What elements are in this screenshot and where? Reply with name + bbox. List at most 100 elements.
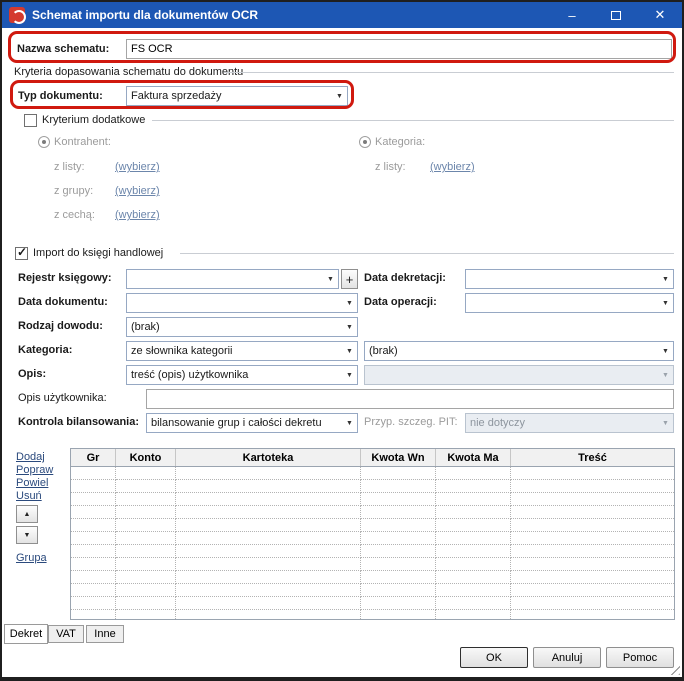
rodzaj-dowodu-value: (brak) bbox=[131, 321, 160, 333]
grid-empty-cell bbox=[71, 610, 116, 619]
chevron-down-icon: ▼ bbox=[662, 275, 669, 283]
grid-empty-cell bbox=[71, 545, 116, 558]
grid-empty-cell bbox=[116, 480, 176, 493]
kategoria-source-select[interactable]: ze słownika kategorii ▼ bbox=[126, 341, 358, 361]
schema-name-input[interactable]: FS OCR bbox=[126, 39, 672, 59]
add-register-button[interactable]: + bbox=[341, 269, 358, 289]
tab-dekret[interactable]: Dekret bbox=[4, 624, 48, 644]
grid-empty-cell bbox=[176, 506, 361, 519]
grid-empty-cell bbox=[361, 545, 436, 558]
column-header-kartoteka: Kartoteka bbox=[176, 449, 361, 466]
grid-empty-cell bbox=[361, 493, 436, 506]
usun-link[interactable]: Usuń bbox=[16, 490, 42, 503]
maximize-button[interactable] bbox=[594, 2, 638, 28]
import-label: Import do księgi handlowej bbox=[33, 247, 164, 259]
kategoria-z-listy-label: z listy: bbox=[375, 161, 406, 173]
grid-empty-cell bbox=[511, 467, 674, 480]
cancel-button[interactable]: Anuluj bbox=[533, 647, 601, 668]
kontrahent-z-grupy-wybierz-link[interactable]: (wybierz) bbox=[115, 185, 160, 198]
grid-empty-cell bbox=[71, 597, 116, 610]
grid-empty-cell bbox=[511, 480, 674, 493]
opis-uzytkownika-input[interactable] bbox=[146, 389, 674, 409]
arrow-up-icon: ▲ bbox=[23, 510, 31, 518]
grid-empty-cell bbox=[436, 493, 511, 506]
chevron-down-icon: ▼ bbox=[662, 419, 669, 427]
import-line bbox=[180, 253, 674, 254]
window-title: Schemat importu dla dokumentów OCR bbox=[32, 8, 259, 22]
move-up-button[interactable]: ▲ bbox=[16, 505, 38, 523]
popraw-link[interactable]: Popraw bbox=[16, 464, 53, 477]
column-header-gr: Gr bbox=[71, 449, 116, 466]
chevron-down-icon: ▼ bbox=[346, 323, 353, 331]
kontrahent-radio[interactable] bbox=[38, 136, 50, 148]
app-icon bbox=[9, 7, 26, 24]
grid-empty-cell bbox=[71, 558, 116, 571]
kategoria-radio-label: Kategoria: bbox=[375, 136, 426, 148]
move-down-button[interactable]: ▼ bbox=[16, 526, 38, 544]
doc-type-select[interactable]: Faktura sprzedaży ▼ bbox=[126, 86, 348, 106]
grid-empty-cell bbox=[436, 545, 511, 558]
grid-empty-cell bbox=[511, 558, 674, 571]
kontrahent-label: Kontrahent: bbox=[54, 136, 111, 148]
grid-empty-cell bbox=[436, 597, 511, 610]
opis-value-select: ▼ bbox=[364, 365, 674, 385]
grid-empty-cell bbox=[176, 610, 361, 619]
data-dokumentu-select[interactable]: ▼ bbox=[126, 293, 358, 313]
grupa-link[interactable]: Grupa bbox=[16, 552, 47, 565]
tab-vat[interactable]: VAT bbox=[48, 625, 84, 643]
help-button[interactable]: Pomoc bbox=[606, 647, 674, 668]
decree-table: Gr Konto Kartoteka Kwota Wn Kwota Ma Tre… bbox=[70, 448, 675, 620]
grid-empty-cell bbox=[436, 519, 511, 532]
grid-empty-row bbox=[71, 493, 674, 506]
decree-table-header: Gr Konto Kartoteka Kwota Wn Kwota Ma Tre… bbox=[71, 449, 674, 467]
chevron-down-icon: ▼ bbox=[346, 371, 353, 379]
import-checkbox[interactable] bbox=[15, 245, 28, 260]
tab-inne[interactable]: Inne bbox=[86, 625, 124, 643]
grid-empty-row bbox=[71, 545, 674, 558]
grid-body[interactable] bbox=[71, 467, 674, 619]
data-dekretacji-select[interactable]: ▼ bbox=[465, 269, 674, 289]
kontrahent-z-listy-label: z listy: bbox=[54, 161, 85, 173]
kategoria-label: Kategoria: bbox=[18, 344, 73, 356]
grid-empty-cell bbox=[511, 584, 674, 597]
grid-empty-cell bbox=[176, 571, 361, 584]
grid-empty-cell bbox=[436, 610, 511, 619]
kontrahent-z-cecha-wybierz-link[interactable]: (wybierz) bbox=[115, 209, 160, 222]
rejestr-select[interactable]: ▼ bbox=[126, 269, 339, 289]
chevron-down-icon: ▼ bbox=[346, 299, 353, 307]
criteria-group-title: Kryteria dopasowania schematu do dokumen… bbox=[14, 66, 244, 78]
grid-empty-row bbox=[71, 467, 674, 480]
grid-empty-row bbox=[71, 519, 674, 532]
arrow-down-icon: ▼ bbox=[23, 531, 31, 539]
grid-empty-cell bbox=[361, 597, 436, 610]
additional-criterion-checkbox[interactable] bbox=[24, 114, 37, 127]
grid-empty-cell bbox=[436, 532, 511, 545]
grid-empty-cell bbox=[116, 571, 176, 584]
grid-empty-cell bbox=[176, 519, 361, 532]
grid-empty-row bbox=[71, 610, 674, 619]
kategoria-z-listy-wybierz-link[interactable]: (wybierz) bbox=[430, 161, 475, 174]
grid-empty-cell bbox=[116, 597, 176, 610]
rodzaj-dowodu-select[interactable]: (brak) ▼ bbox=[126, 317, 358, 337]
powiel-link[interactable]: Powiel bbox=[16, 477, 48, 490]
close-button[interactable]: ✕ bbox=[638, 2, 682, 28]
minimize-button[interactable]: – bbox=[550, 2, 594, 28]
opis-source-select[interactable]: treść (opis) użytkownika ▼ bbox=[126, 365, 358, 385]
kontrahent-z-cecha-label: z cechą: bbox=[54, 209, 95, 221]
grid-empty-cell bbox=[71, 480, 116, 493]
dodaj-link[interactable]: Dodaj bbox=[16, 451, 45, 464]
additional-criterion-line bbox=[152, 120, 674, 121]
kontrahent-z-listy-wybierz-link[interactable]: (wybierz) bbox=[115, 161, 160, 174]
pit-select: nie dotyczy ▼ bbox=[465, 413, 674, 433]
grid-empty-cell bbox=[511, 493, 674, 506]
kategoria-radio[interactable] bbox=[359, 136, 371, 148]
data-operacji-select[interactable]: ▼ bbox=[465, 293, 674, 313]
dialog-window: Schemat importu dla dokumentów OCR – ✕ N… bbox=[0, 0, 684, 681]
grid-empty-cell bbox=[436, 467, 511, 480]
kategoria-value-select[interactable]: (brak) ▼ bbox=[364, 341, 674, 361]
grid-empty-cell bbox=[71, 519, 116, 532]
ok-button[interactable]: OK bbox=[460, 647, 528, 668]
grid-empty-row bbox=[71, 571, 674, 584]
grid-empty-cell bbox=[116, 532, 176, 545]
kontrola-select[interactable]: bilansowanie grup i całości dekretu ▼ bbox=[146, 413, 358, 433]
